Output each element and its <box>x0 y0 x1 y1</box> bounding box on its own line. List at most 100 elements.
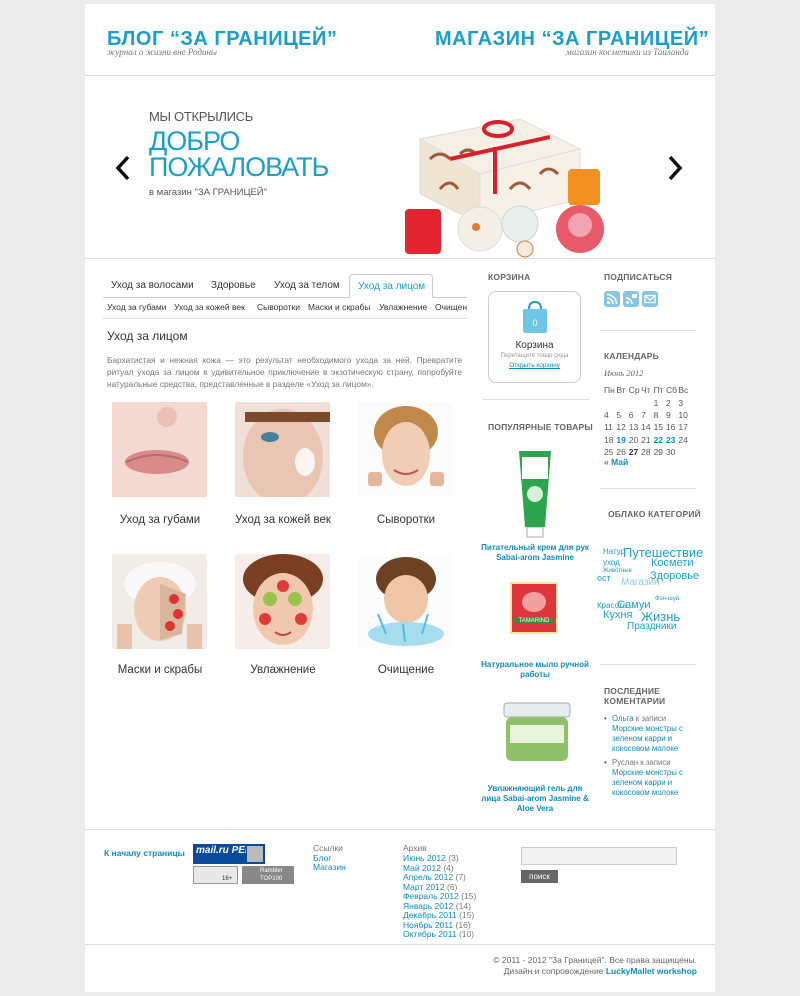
archive-count: (15) <box>459 910 475 920</box>
tile-caption-cleansing[interactable]: Очищение <box>346 664 466 676</box>
archive-link[interactable]: Ноябрь 2011 <box>403 920 453 930</box>
calendar-prev-link[interactable]: « Май <box>604 457 628 467</box>
calendar-day <box>604 396 616 408</box>
subtab-masks[interactable]: Маски и скрабы <box>308 302 371 312</box>
tile-image-lips[interactable] <box>112 402 207 497</box>
tile-caption-masks[interactable]: Маски и скрабы <box>100 664 220 676</box>
page: БЛОГ “ЗА ГРАНИЦЕЙ” журнал о жизни вне Ро… <box>85 4 715 992</box>
archive-link[interactable]: Май 2012 <box>403 863 441 873</box>
calendar-day-link[interactable]: 19 <box>616 434 628 446</box>
tile-caption-serums[interactable]: Сыворотки <box>346 514 466 526</box>
calendar-day: 2 <box>665 397 671 408</box>
chevron-left-icon[interactable] <box>115 155 131 189</box>
tab-health[interactable]: Здоровье <box>203 274 264 298</box>
calendar-day: 7 <box>641 409 646 420</box>
subtab-moisture[interactable]: Увлажнение <box>379 302 427 312</box>
comments-list: • Ольга к записи Морские монстры с зелен… <box>604 714 696 798</box>
tile-image-cleansing[interactable] <box>358 554 453 649</box>
subscribe-divider <box>600 330 696 331</box>
calendar-day: 29 <box>653 447 664 458</box>
tile-caption-eyes[interactable]: Уход за кожей век <box>223 514 343 526</box>
tag[interactable]: Натур <box>603 548 625 556</box>
archive-link[interactable]: Март 2012 <box>403 882 445 892</box>
calendar-day: 17 <box>678 422 688 433</box>
weekday: Пн <box>604 385 615 396</box>
archive-link[interactable]: Февраль 2012 <box>403 891 459 901</box>
product-image-hand-cream[interactable] <box>515 449 555 544</box>
calendar-day-link[interactable]: 23 <box>666 434 678 446</box>
tag[interactable]: Здоровье <box>650 571 699 582</box>
calendar-today: 27 <box>628 447 639 458</box>
tile-image-masks[interactable] <box>112 554 207 649</box>
tab-body[interactable]: Уход за телом <box>266 274 348 298</box>
archive-link[interactable]: Апрель 2012 <box>403 872 453 882</box>
search-input[interactable] <box>521 847 677 865</box>
product-image-soap[interactable]: TAMARIND <box>510 582 558 634</box>
calendar-grid: Пн Вт Ср Чт Пт Сб Вс 1 2 3 4 5 6 7 8 9 1… <box>604 384 691 458</box>
comment-post-link[interactable]: Морские монстры с зеленом карри и кокосо… <box>612 724 683 753</box>
comment-sep: к записи <box>633 714 667 723</box>
weekday: Ср <box>628 385 640 396</box>
footer-bottom-divider <box>85 944 715 945</box>
tile-image-serums[interactable] <box>358 402 453 497</box>
tagcloud-divider <box>600 664 696 665</box>
cart-count: 0 <box>532 318 537 328</box>
subtab-cleansing[interactable]: Очищени <box>435 302 467 312</box>
calendar-day: 12 <box>616 422 626 433</box>
credit-link[interactable]: LuckyMallet workshop <box>606 966 697 976</box>
rambler-label: Rambler TOP100 <box>260 868 283 882</box>
back-to-top-link[interactable]: К началу страницы <box>104 848 185 858</box>
cart-heading: КОРЗИНА <box>488 272 531 282</box>
section-title: Уход за лицом <box>107 329 188 343</box>
chevron-right-icon[interactable] <box>667 155 683 189</box>
credit: Дизайн и сопровождение LuckyMallet works… <box>504 966 697 976</box>
tagcloud-heading: ОБЛАКО КАТЕГОРИЙ <box>608 509 701 519</box>
tile-image-moisture[interactable] <box>235 554 330 649</box>
product-caption-hand-cream[interactable]: Питательный крем для рук Sabai-arom Jasm… <box>480 543 590 563</box>
subtab-lips[interactable]: Уход за губами <box>107 302 166 312</box>
rss-icon[interactable] <box>604 291 620 312</box>
tag[interactable]: уход <box>603 559 620 567</box>
product-caption-soap[interactable]: Натуральное мыло ручной работы <box>480 660 590 680</box>
tag[interactable]: ост <box>597 574 611 583</box>
tag[interactable]: Фэн-шуй <box>655 596 679 602</box>
product-caption-face-gel[interactable]: Увлажняющий гель для лица Sabai-arom Jas… <box>480 784 590 814</box>
archive-link[interactable]: Январь 2012 <box>403 901 453 911</box>
footer-divider <box>85 829 715 830</box>
mailru-counter[interactable]: mail.ru РЕЙТИНГ <box>193 844 265 864</box>
archive-link[interactable]: Октябрь 2011 <box>403 929 457 939</box>
subtab-eyes[interactable]: Уход за кожей век <box>174 302 245 312</box>
shop-tagline: магазин косметики из Таиланда <box>566 47 689 57</box>
archive-list: Июнь 2012 (3) Май 2012 (4) Апрель 2012 (… <box>403 853 476 940</box>
email-icon[interactable] <box>642 291 658 312</box>
archive-link[interactable]: Июнь 2012 <box>403 853 446 863</box>
tag[interactable]: Кухня <box>603 610 632 621</box>
tag[interactable]: Праздники <box>627 622 676 632</box>
archive-link[interactable]: Декабрь 2011 <box>403 910 457 920</box>
search-button[interactable]: поиск <box>521 870 558 883</box>
tab-hair[interactable]: Уход за волосами <box>103 274 202 298</box>
footer-link-shop[interactable]: Магазин <box>313 862 346 873</box>
tab-face[interactable]: Уход за лицом <box>349 274 433 298</box>
soap-decor <box>522 592 546 612</box>
bullet: • <box>604 714 607 723</box>
tabs-line-left <box>103 297 349 298</box>
bullet: • <box>604 758 607 767</box>
rss-comments-icon[interactable] <box>623 291 639 312</box>
open-cart-link[interactable]: Открыть корзину <box>489 362 580 369</box>
liveinternet-counter[interactable]: 16+ <box>193 866 238 884</box>
calendar-day <box>678 446 690 458</box>
product-image-face-gel[interactable] <box>500 699 574 772</box>
comment-author[interactable]: Ольга <box>612 714 634 723</box>
cart-box[interactable]: 0 Корзина Перетащите товар сюда Открыть … <box>488 291 581 383</box>
tag[interactable]: Космети <box>651 558 694 569</box>
tile-caption-moisture[interactable]: Увлажнение <box>223 664 343 676</box>
calendar-day-link[interactable]: 22 <box>654 434 666 446</box>
rambler-counter[interactable]: Rambler TOP100 <box>242 866 294 884</box>
subtab-serums[interactable]: Сыворотки <box>257 302 300 312</box>
cart-divider <box>483 399 589 400</box>
tile-image-eyes[interactable] <box>235 402 330 497</box>
tile-caption-lips[interactable]: Уход за губами <box>100 514 220 526</box>
comment-post-link[interactable]: Морские монстры с зеленом карри и кокосо… <box>612 768 683 797</box>
weekday: Пт <box>653 385 664 396</box>
